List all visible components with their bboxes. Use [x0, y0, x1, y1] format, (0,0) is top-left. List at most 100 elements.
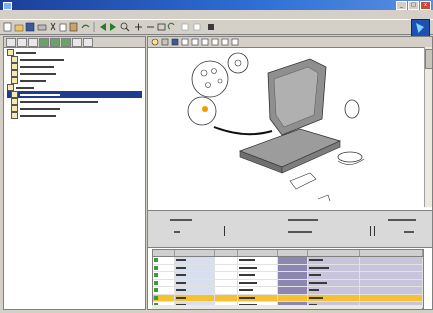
navigation-pane — [3, 36, 146, 310]
tree-node-label — [20, 93, 60, 96]
new-icon[interactable] — [3, 22, 12, 32]
cut-icon[interactable] — [50, 22, 56, 31]
find-icon[interactable] — [120, 22, 130, 32]
tree-node[interactable] — [7, 77, 142, 84]
table-row[interactable] — [153, 279, 423, 287]
fit-drawing-icon[interactable] — [221, 38, 229, 46]
parts-list-table — [152, 249, 424, 309]
tree-node-selected[interactable] — [7, 91, 142, 98]
tree-node[interactable] — [7, 105, 142, 112]
nav-forward-button[interactable] — [28, 38, 38, 47]
menu-bar — [0, 10, 433, 19]
undo-icon[interactable] — [81, 24, 90, 29]
open-icon[interactable] — [14, 24, 24, 32]
zoom-in-icon[interactable] — [135, 23, 142, 31]
part-callout[interactable] — [337, 151, 365, 165]
nav-print-button[interactable] — [72, 38, 82, 47]
tree-node[interactable] — [7, 49, 142, 56]
tree-node[interactable] — [7, 70, 142, 77]
fit-icon[interactable] — [157, 23, 166, 31]
info-mid-line — [288, 219, 318, 221]
refresh-icon[interactable] — [167, 22, 175, 30]
nav-parts-button[interactable] — [50, 38, 60, 47]
tree-node[interactable] — [7, 84, 142, 91]
column-header[interactable] — [278, 250, 308, 256]
document-icon — [11, 112, 18, 119]
nav-info-button[interactable] — [61, 38, 71, 47]
table-row-selected[interactable] — [153, 294, 423, 302]
select-icon[interactable] — [181, 38, 189, 46]
paste-icon[interactable] — [69, 22, 78, 32]
table-header — [153, 250, 423, 257]
part-callout[interactable] — [344, 99, 360, 119]
print-drawing-icon[interactable] — [171, 38, 179, 46]
forward-icon[interactable] — [110, 23, 116, 31]
table-horizontal-scrollbar[interactable] — [152, 305, 422, 309]
drawing-vertical-scrollbar[interactable] — [424, 47, 433, 207]
maximize-button[interactable]: □ — [408, 1, 419, 10]
info-icon[interactable] — [208, 24, 214, 30]
folder-icon — [7, 84, 14, 91]
info-left-line — [170, 219, 192, 221]
folder-icon — [7, 49, 14, 56]
zoom-in-icon[interactable] — [151, 38, 159, 46]
included-checkbox[interactable] — [154, 280, 158, 285]
part-callout[interactable] — [289, 172, 317, 190]
included-checkbox[interactable] — [154, 295, 158, 300]
column-header[interactable] — [175, 250, 216, 256]
table-row[interactable] — [153, 287, 423, 295]
seat-assembly[interactable] — [238, 58, 342, 174]
document-icon — [11, 77, 18, 84]
save-icon[interactable] — [25, 22, 35, 32]
highlight-icon[interactable] — [191, 38, 199, 46]
back-icon[interactable] — [100, 23, 106, 31]
table-row[interactable] — [153, 264, 423, 272]
measure-icon[interactable] — [201, 38, 209, 46]
part-callout[interactable] — [191, 60, 229, 98]
catalog-tree — [7, 49, 142, 119]
tree-node[interactable] — [7, 56, 142, 63]
nav-back-button[interactable] — [17, 38, 27, 47]
reset-view-icon[interactable] — [231, 38, 239, 46]
content-pane — [147, 36, 433, 310]
included-checkbox[interactable] — [154, 273, 158, 277]
column-header[interactable] — [308, 250, 360, 256]
print-icon[interactable] — [37, 24, 47, 31]
info-right-value-line — [404, 231, 414, 233]
stop-icon[interactable] — [181, 23, 189, 31]
column-header[interactable] — [360, 250, 423, 256]
tree-node[interactable] — [7, 98, 142, 105]
tree-node-label — [20, 100, 98, 103]
column-header[interactable] — [153, 250, 176, 256]
included-checkbox[interactable] — [154, 265, 158, 270]
parts-illustration[interactable] — [150, 49, 422, 207]
part-callout[interactable] — [317, 194, 331, 202]
nav-search-button[interactable] — [83, 38, 93, 47]
document-icon — [11, 91, 18, 98]
part-callout[interactable] — [187, 96, 217, 126]
copy-icon[interactable] — [59, 23, 67, 32]
document-icon — [11, 63, 18, 70]
pan-icon[interactable] — [161, 38, 169, 46]
tree-node[interactable] — [7, 63, 142, 70]
nav-tree-button[interactable] — [39, 38, 49, 47]
help-icon[interactable] — [193, 23, 201, 31]
tree-node-label — [16, 86, 34, 89]
part-callout[interactable] — [227, 52, 249, 74]
table-row[interactable] — [153, 257, 423, 265]
nav-home-button[interactable] — [6, 38, 16, 47]
included-checkbox[interactable] — [154, 258, 158, 262]
tree-node-label — [16, 51, 36, 54]
close-button[interactable]: x — [420, 1, 431, 10]
toolbar-icons — [3, 22, 214, 32]
tree-node[interactable] — [7, 112, 142, 119]
column-header[interactable] — [238, 250, 278, 256]
tree-node-label — [20, 65, 54, 68]
tree-node-label — [20, 79, 46, 82]
rotate-icon[interactable] — [211, 38, 219, 46]
minimize-button[interactable]: _ — [396, 1, 407, 10]
included-checkbox[interactable] — [154, 288, 158, 292]
column-header[interactable] — [215, 250, 238, 256]
table-row[interactable] — [153, 272, 423, 280]
scrollbar-thumb[interactable] — [425, 49, 433, 69]
